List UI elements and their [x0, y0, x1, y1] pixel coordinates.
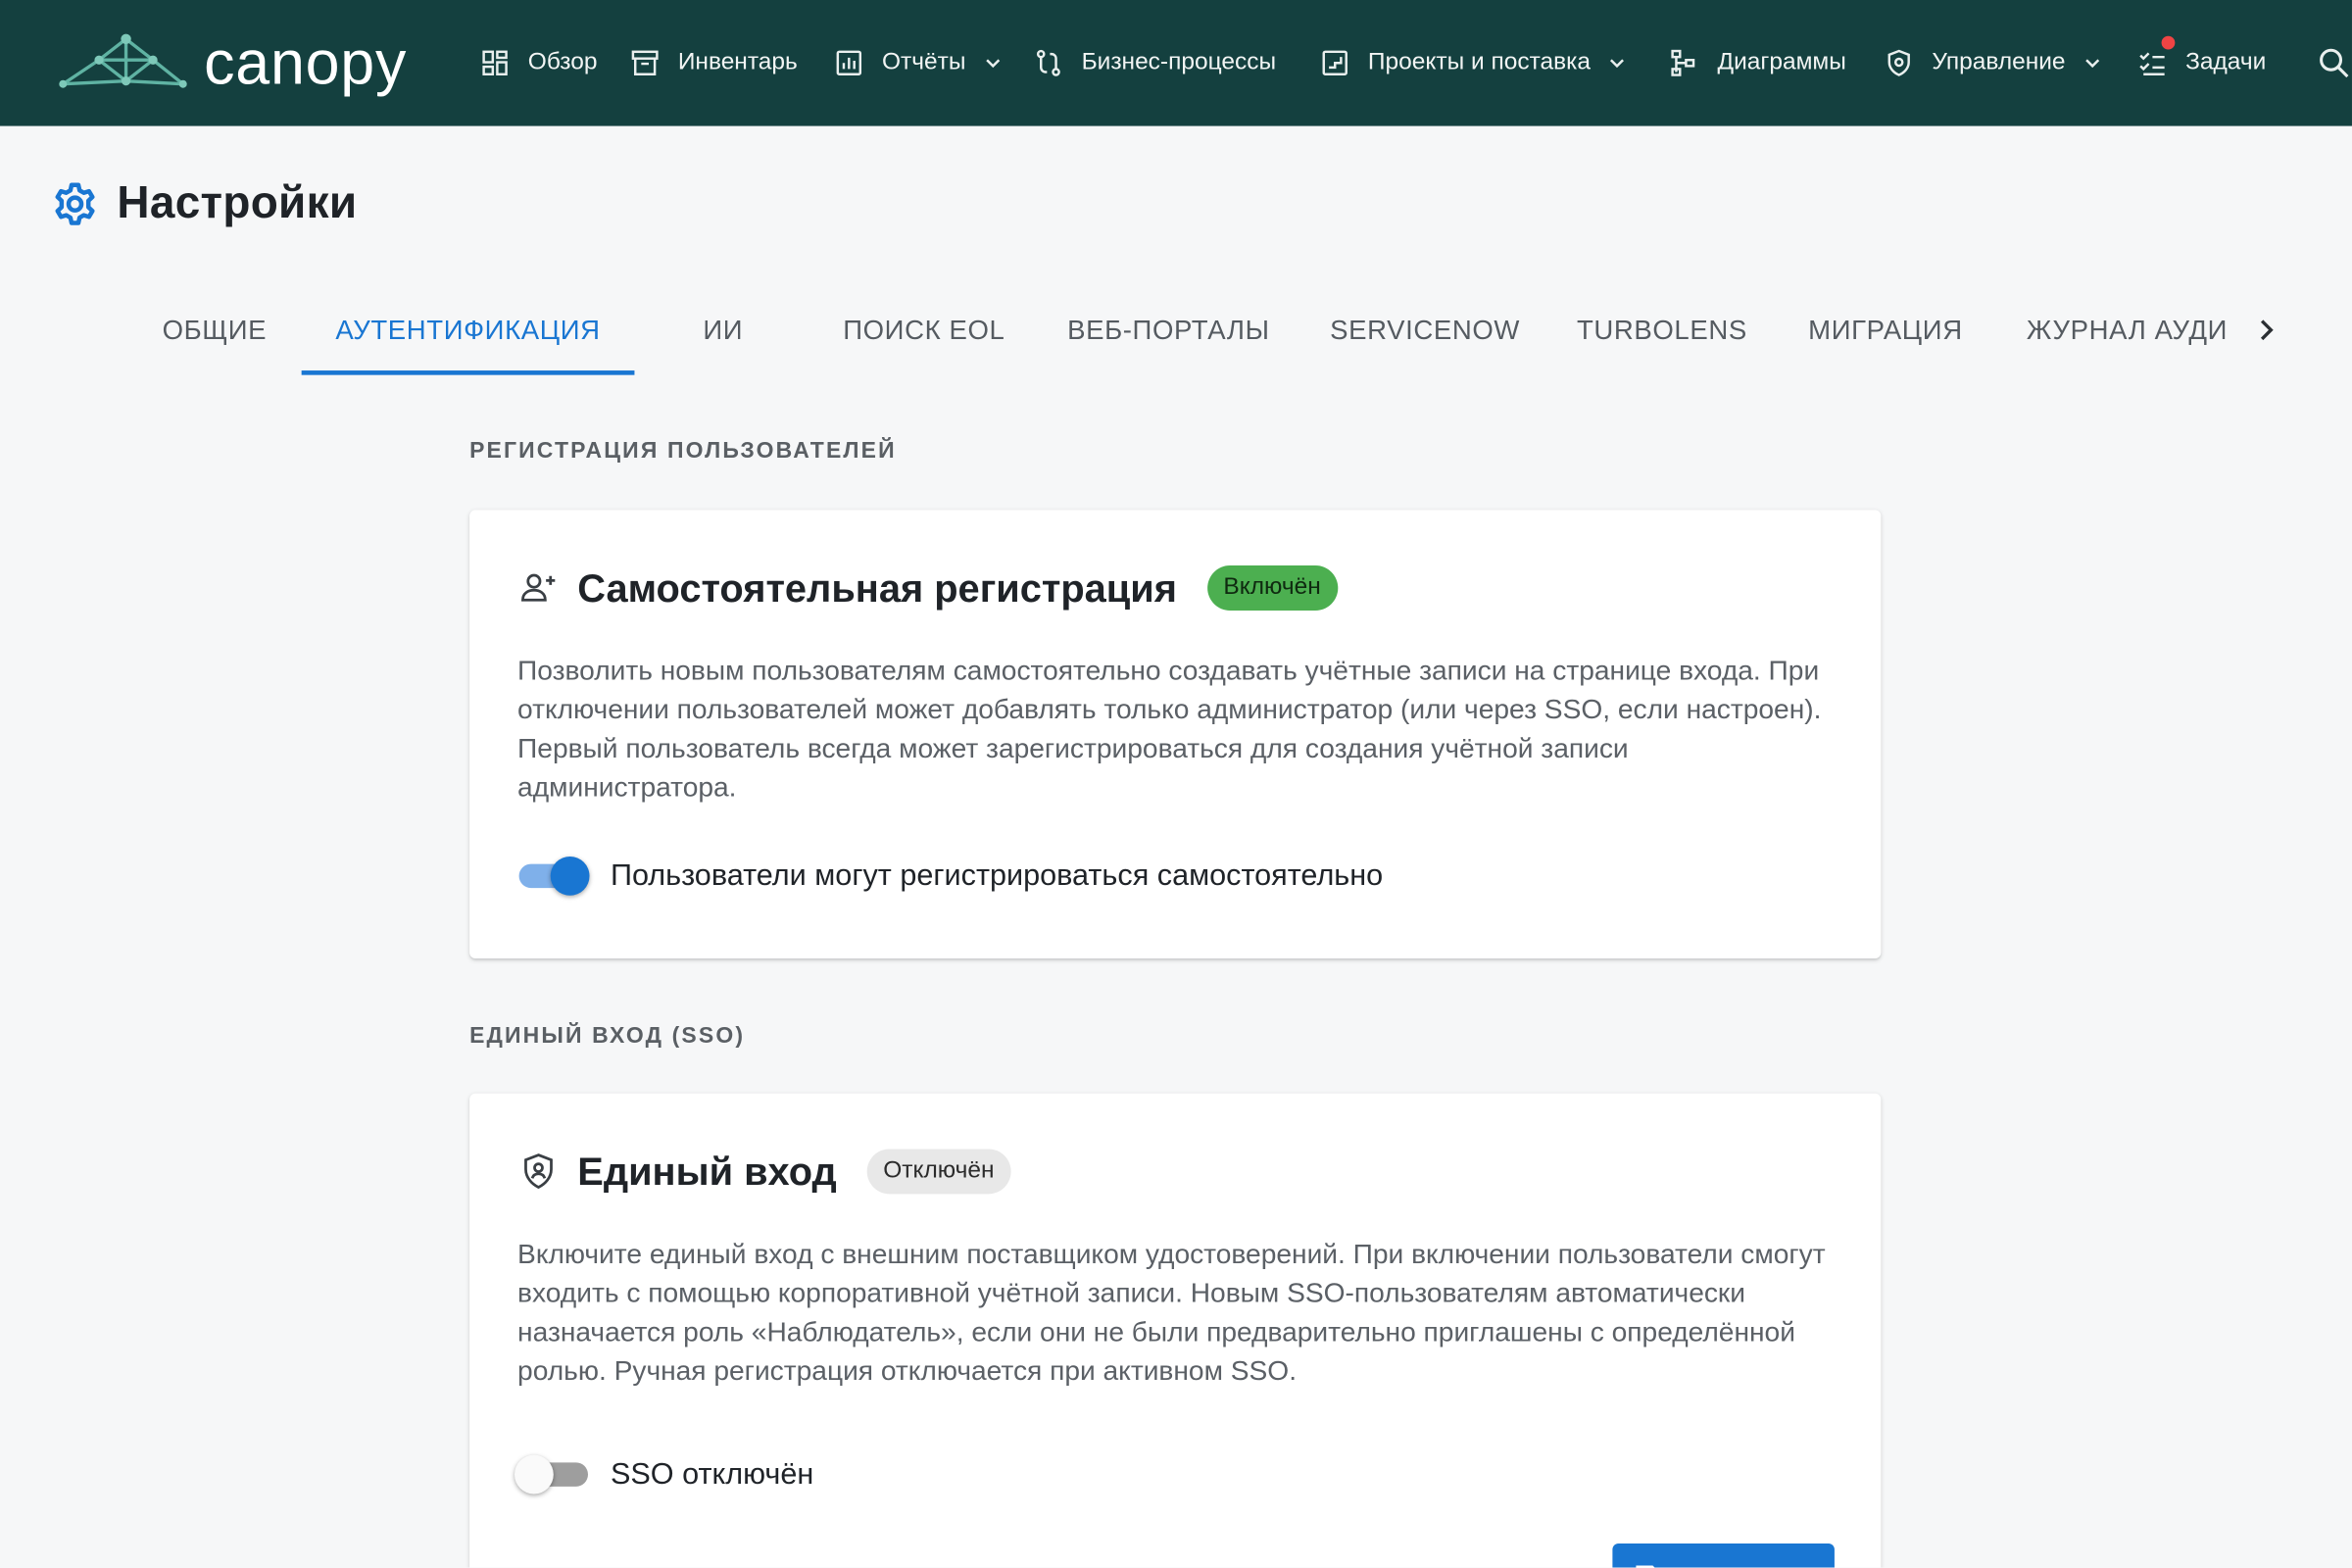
tab-label: SERVICENOW: [1330, 315, 1521, 346]
shield-user-icon: [517, 1151, 560, 1193]
nav-item-management[interactable]: Управление: [1884, 42, 2101, 84]
tab-authentication[interactable]: АУТЕНТИФИКАЦИЯ: [302, 300, 635, 360]
tab-label: ПОИСК EOL: [843, 315, 1005, 346]
tab-label: ОБЩИЕ: [162, 315, 268, 346]
tab-label: АУТЕНТИФИКАЦИЯ: [335, 315, 601, 346]
tab-turbolens[interactable]: TURBOLENS: [1566, 300, 1758, 360]
workflow-icon: [1034, 48, 1064, 78]
toggle-thumb: [514, 1454, 554, 1494]
person-add-icon: [517, 567, 560, 610]
toggle-thumb: [550, 856, 590, 896]
card-header: Самостоятельная регистрация Включён: [517, 564, 1338, 612]
tabs-scroll-right-button[interactable]: [2247, 311, 2286, 350]
notification-dot: [2161, 35, 2176, 50]
toggle-label: SSO отключён: [610, 1456, 814, 1491]
tab-label: ВЕБ-ПОРТАЛЫ: [1067, 315, 1270, 346]
nav-item-business-processes[interactable]: Бизнес-процессы: [1034, 42, 1276, 84]
tab-web-portals[interactable]: ВЕБ-ПОРТАЛЫ: [1053, 300, 1284, 360]
nav-item-diagrams[interactable]: Диаграммы: [1670, 42, 1846, 84]
search-button[interactable]: [2316, 45, 2352, 81]
chevron-right-icon: [2260, 319, 2274, 341]
section-label-sso: ЕДИНЫЙ ВХОД (SSO): [469, 1022, 746, 1049]
card-header: Единый вход Отключён: [517, 1148, 1011, 1196]
sso-toggle-row[interactable]: SSO отключён: [514, 1447, 813, 1501]
card-description: Позволить новым пользователям самостояте…: [517, 654, 1822, 803]
gear-icon: [51, 180, 99, 228]
nav-item-reports[interactable]: Отчёты: [834, 42, 1002, 84]
sso-card: Единый вход Отключён Включите единый вхо…: [469, 1093, 1882, 1568]
tab-label: ЖУРНАЛ АУДИТА: [2026, 315, 2228, 346]
canopy-logo[interactable]: canopy: [57, 24, 432, 102]
section-label-registration: РЕГИСТРАЦИЯ ПОЛЬЗОВАТЕЛЕЙ: [469, 437, 897, 464]
dashboard-icon: [480, 48, 511, 78]
nav-item-label: Задачи: [2185, 49, 2267, 75]
chevron-down-icon: [2083, 54, 2101, 72]
nav-item-overview[interactable]: Обзор: [480, 42, 598, 84]
nav-item-label: Управление: [1932, 49, 2066, 75]
hierarchy-icon: [1670, 48, 1700, 78]
card-title: Самостоятельная регистрация: [577, 564, 1177, 611]
self-registration-card: Самостоятельная регистрация Включён Позв…: [469, 510, 1882, 959]
card-description: Включите единый вход с внешним поставщик…: [517, 1237, 1826, 1387]
tab-servicenow[interactable]: SERVICENOW: [1314, 300, 1537, 360]
nav-item-projects-delivery[interactable]: Проекты и поставка: [1320, 42, 1627, 84]
nav-item-tasks[interactable]: Задачи: [2137, 35, 2267, 84]
page-title: Настройки: [117, 178, 358, 228]
nav-item-label: Обзор: [527, 49, 598, 75]
search-icon: [2320, 48, 2349, 78]
nav-item-label: Отчёты: [881, 49, 966, 75]
page-header: Настройки: [51, 174, 357, 234]
save-button[interactable]: [1612, 1543, 1835, 1568]
checklist-icon: [2137, 48, 2168, 78]
sso-toggle[interactable]: [514, 1452, 593, 1497]
card-title: Единый вход: [577, 1148, 837, 1194]
status-badge-disabled: Отключён: [866, 1149, 1011, 1195]
nav-item-label: Инвентарь: [677, 49, 798, 75]
project-board-icon: [1320, 48, 1350, 78]
tab-label: ИИ: [703, 315, 744, 346]
report-chart-icon: [834, 48, 864, 78]
save-icon: [1634, 1563, 1661, 1568]
nav-item-inventory[interactable]: Инвентарь: [630, 42, 798, 84]
nav-item-label: Бизнес-процессы: [1081, 49, 1277, 75]
tab-migration[interactable]: МИГРАЦИЯ: [1791, 300, 1981, 360]
chevron-down-icon: [984, 54, 1002, 72]
shield-icon: [1884, 48, 1914, 78]
chevron-down-icon: [1608, 54, 1626, 72]
tab-general[interactable]: ОБЩИЕ: [147, 300, 282, 360]
toggle-label: Пользователи могут регистрироваться само…: [610, 858, 1384, 892]
tab-ai[interactable]: ИИ: [678, 300, 768, 360]
app-name: canopy: [204, 28, 408, 98]
tab-label: МИГРАЦИЯ: [1808, 315, 1963, 346]
tab-label: TURBOLENS: [1576, 315, 1747, 346]
nav-item-label: Диаграммы: [1717, 49, 1846, 75]
status-badge-enabled: Включён: [1206, 565, 1338, 611]
active-tab-indicator: [301, 370, 635, 375]
top-navigation-bar: canopy Обзор Инвентарь Отчёты Бизнес-про…: [0, 0, 2352, 126]
tab-audit-log[interactable]: ЖУРНАЛ АУДИТА: [2027, 300, 2228, 360]
self-registration-toggle[interactable]: [514, 854, 593, 899]
nav-item-label: Проекты и поставка: [1367, 49, 1592, 75]
self-registration-toggle-row[interactable]: Пользователи могут регистрироваться само…: [514, 849, 1383, 903]
canopy-logo-icon: [59, 33, 187, 88]
tab-eol-search[interactable]: ПОИСК EOL: [825, 300, 1023, 360]
archive-icon: [630, 48, 661, 78]
